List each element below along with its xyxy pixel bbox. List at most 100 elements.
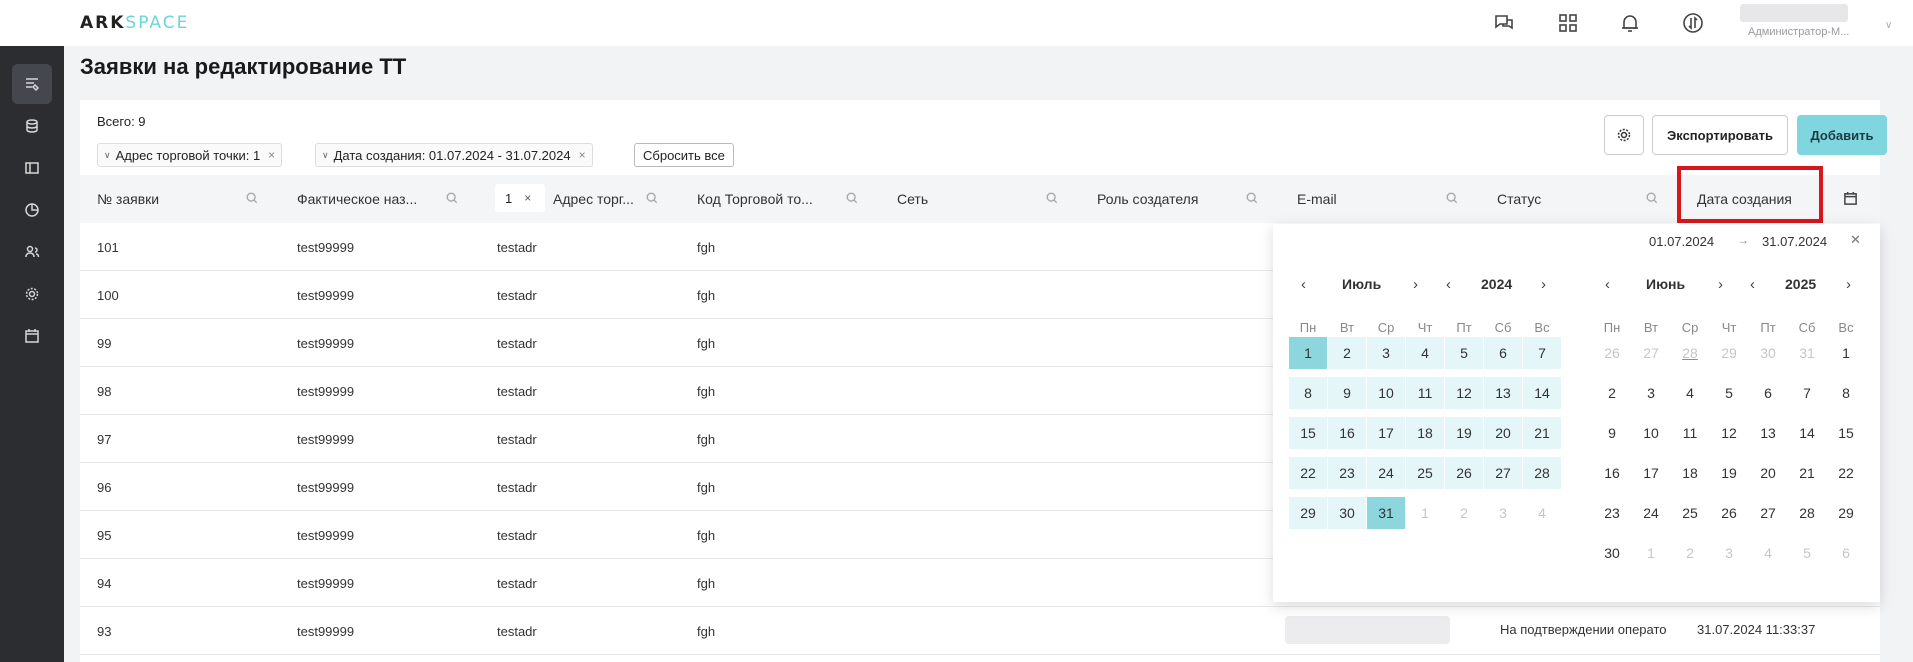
calendar-day[interactable]: 28: [1671, 337, 1709, 369]
search-icon[interactable]: [245, 191, 261, 207]
search-icon[interactable]: [1645, 191, 1661, 207]
calendar-day[interactable]: 27: [1749, 497, 1787, 529]
next-year-button[interactable]: ›: [1541, 276, 1546, 293]
chat-icon[interactable]: [1492, 11, 1516, 35]
filter-chip-date[interactable]: ∨ Дата создания: 01.07.2024 - 31.07.2024…: [315, 143, 593, 167]
column-search[interactable]: [645, 175, 661, 223]
left-month-label[interactable]: Июль: [1342, 276, 1381, 292]
calendar-day[interactable]: 5: [1710, 377, 1748, 409]
sidebar-item-users[interactable]: [12, 232, 52, 272]
calendar-day[interactable]: 20: [1484, 417, 1522, 449]
calendar-day[interactable]: 20: [1749, 457, 1787, 489]
calendar-day[interactable]: 16: [1593, 457, 1631, 489]
table-settings-button[interactable]: [1604, 115, 1644, 155]
calendar-day[interactable]: 25: [1406, 457, 1444, 489]
calendar-day[interactable]: 2: [1445, 497, 1483, 529]
calendar-day[interactable]: 17: [1632, 457, 1670, 489]
clear-range-icon[interactable]: ✕: [1850, 232, 1861, 248]
calendar-day[interactable]: 29: [1289, 497, 1327, 529]
column-search[interactable]: [1245, 175, 1261, 223]
calendar-day[interactable]: 24: [1632, 497, 1670, 529]
apps-grid-icon[interactable]: [1556, 11, 1580, 35]
calendar-day[interactable]: 7: [1523, 337, 1561, 369]
column-header[interactable]: № заявки: [97, 175, 159, 223]
next-month-button[interactable]: ›: [1413, 276, 1418, 293]
calendar-day[interactable]: 23: [1328, 457, 1366, 489]
calendar-day[interactable]: 29: [1710, 337, 1748, 369]
close-icon[interactable]: ×: [579, 148, 586, 162]
calendar-day[interactable]: 9: [1593, 417, 1631, 449]
calendar-day[interactable]: 1: [1827, 337, 1865, 369]
calendar-day[interactable]: 7: [1788, 377, 1826, 409]
calendar-day[interactable]: 30: [1328, 497, 1366, 529]
calendar-day[interactable]: 13: [1484, 377, 1522, 409]
close-icon[interactable]: ×: [268, 148, 275, 162]
calendar-day[interactable]: 3: [1484, 497, 1522, 529]
filter-chip-address[interactable]: ∨ Адрес торговой точки: 1 ×: [97, 143, 283, 167]
calendar-day[interactable]: 17: [1367, 417, 1405, 449]
calendar-day[interactable]: 16: [1328, 417, 1366, 449]
calendar-day[interactable]: 3: [1632, 377, 1670, 409]
sidebar-item-panel[interactable]: [12, 148, 52, 188]
calendar-day[interactable]: 6: [1749, 377, 1787, 409]
right-month-label[interactable]: Июнь: [1646, 276, 1685, 292]
calendar-day[interactable]: 8: [1827, 377, 1865, 409]
calendar-day[interactable]: 1: [1289, 337, 1327, 369]
column-header[interactable]: Адрес торг...: [553, 175, 634, 223]
calendar-day[interactable]: 9: [1328, 377, 1366, 409]
column-header[interactable]: E-mail: [1297, 175, 1337, 223]
prev-year-button[interactable]: ‹: [1750, 276, 1755, 293]
sync-icon[interactable]: [1681, 11, 1705, 35]
calendar-day[interactable]: 26: [1710, 497, 1748, 529]
calendar-day[interactable]: 4: [1671, 377, 1709, 409]
export-button[interactable]: Экспортировать: [1652, 115, 1788, 155]
user-menu[interactable]: Администратор-М... ∨: [1738, 4, 1892, 42]
calendar-day[interactable]: 29: [1827, 497, 1865, 529]
calendar-day[interactable]: 11: [1671, 417, 1709, 449]
calendar-day[interactable]: 6: [1484, 337, 1522, 369]
search-icon[interactable]: [1045, 191, 1061, 207]
range-start-input[interactable]: 01.07.2024: [1649, 234, 1714, 249]
left-year-label[interactable]: 2024: [1481, 276, 1512, 292]
calendar-day[interactable]: 5: [1445, 337, 1483, 369]
calendar-day[interactable]: 21: [1788, 457, 1826, 489]
calendar-day[interactable]: 2: [1328, 337, 1366, 369]
search-icon[interactable]: [645, 191, 661, 207]
calendar-day[interactable]: 10: [1367, 377, 1405, 409]
calendar-day[interactable]: 30: [1593, 537, 1631, 569]
calendar-day[interactable]: 6: [1827, 537, 1865, 569]
bell-icon[interactable]: [1618, 11, 1642, 35]
calendar-day[interactable]: 14: [1788, 417, 1826, 449]
next-year-button[interactable]: ›: [1846, 276, 1851, 293]
calendar-day[interactable]: 2: [1671, 537, 1709, 569]
column-search[interactable]: [1445, 175, 1461, 223]
calendar-day[interactable]: 13: [1749, 417, 1787, 449]
reset-filters-button[interactable]: Сбросить все: [634, 143, 734, 167]
sidebar-item-requests[interactable]: [12, 64, 52, 104]
calendar-day[interactable]: 31: [1788, 337, 1826, 369]
app-logo[interactable]: ARKSPACE: [80, 13, 189, 33]
sidebar-item-analytics[interactable]: [12, 190, 52, 230]
calendar-day[interactable]: 2: [1593, 377, 1631, 409]
calendar-day[interactable]: 19: [1445, 417, 1483, 449]
calendar-day[interactable]: 15: [1289, 417, 1327, 449]
search-icon[interactable]: [845, 191, 861, 207]
sidebar-item-database[interactable]: [12, 106, 52, 146]
calendar-day[interactable]: 30: [1749, 337, 1787, 369]
column-header[interactable]: Роль создателя: [1097, 175, 1198, 223]
sidebar-item-calendar[interactable]: [12, 316, 52, 356]
calendar-day[interactable]: 25: [1671, 497, 1709, 529]
calendar-day[interactable]: 23: [1593, 497, 1631, 529]
column-header[interactable]: Статус: [1497, 175, 1541, 223]
calendar-day[interactable]: 22: [1827, 457, 1865, 489]
column-search[interactable]: [845, 175, 861, 223]
calendar-day[interactable]: 10: [1632, 417, 1670, 449]
calendar-day[interactable]: 26: [1445, 457, 1483, 489]
search-icon[interactable]: [1445, 191, 1461, 207]
calendar-day[interactable]: 4: [1523, 497, 1561, 529]
column-search[interactable]: [1045, 175, 1061, 223]
right-year-label[interactable]: 2025: [1785, 276, 1816, 292]
prev-month-button[interactable]: ‹: [1301, 276, 1306, 293]
calendar-icon[interactable]: [1843, 191, 1858, 209]
calendar-day[interactable]: 4: [1406, 337, 1444, 369]
